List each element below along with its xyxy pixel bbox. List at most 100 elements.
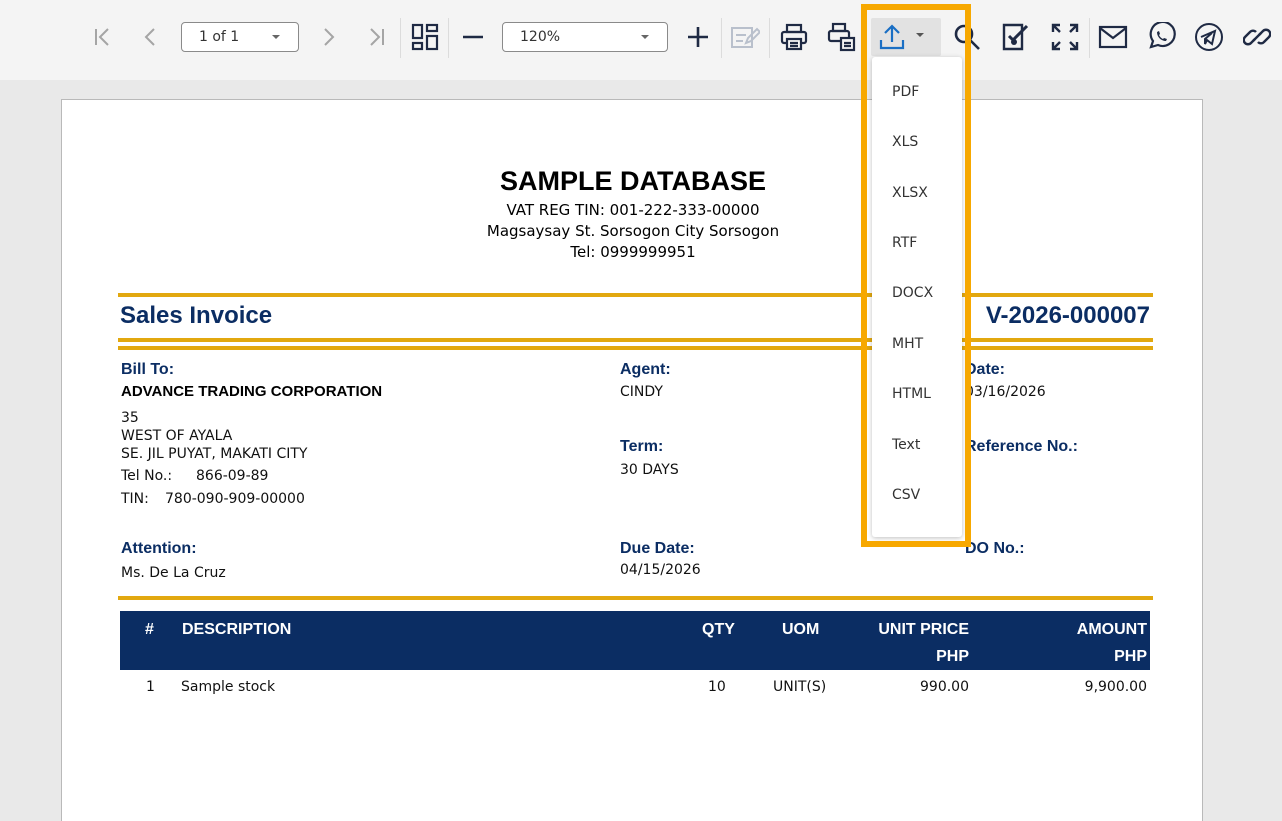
company-address: Magsaysay St. Sorsogon City Sorsogon [486, 222, 780, 240]
sign-button[interactable] [996, 18, 1036, 56]
export-mht-option[interactable]: MHT [872, 324, 962, 364]
page-selector[interactable]: 1 of 1 [181, 22, 299, 52]
zoom-selector[interactable]: 120% [502, 22, 668, 52]
edit-button[interactable] [725, 18, 765, 56]
export-xls-option[interactable]: XLS [872, 122, 962, 162]
cell-num: 1 [146, 679, 155, 695]
multi-page-button[interactable] [405, 18, 445, 56]
table-header: # DESCRIPTION QTY UOM UNIT PRICE PHP AMO… [120, 611, 1150, 670]
cell-unit-price: 990.00 [920, 679, 969, 695]
first-page-icon [95, 28, 109, 46]
export-text-option[interactable]: Text [872, 425, 962, 465]
cell-amount: 9,900.00 [1084, 679, 1147, 695]
email-button[interactable] [1093, 18, 1133, 56]
first-page-button[interactable] [83, 18, 123, 56]
sign-icon [1002, 23, 1029, 51]
tel-no-value: 866-09-89 [196, 468, 269, 484]
col-amount: AMOUNT [1076, 621, 1147, 638]
cell-qty: 10 [708, 679, 726, 695]
export-icon [879, 24, 905, 50]
col-qty: QTY [702, 621, 735, 638]
next-page-button[interactable] [308, 18, 348, 56]
print-page-button[interactable] [822, 18, 862, 56]
col-description: DESCRIPTION [182, 621, 292, 638]
previous-page-button[interactable] [131, 18, 171, 56]
toolbar-separator [721, 18, 722, 58]
next-page-icon [324, 28, 335, 46]
fullscreen-button[interactable] [1045, 18, 1085, 56]
due-date-label: Due Date: [620, 540, 695, 557]
zoom-out-icon [463, 35, 483, 39]
zoom-level: 120% [520, 29, 561, 45]
page-indicator: 1 of 1 [199, 29, 240, 45]
agent-label: Agent: [620, 361, 671, 378]
do-label: DO No.: [965, 540, 1025, 557]
bill-to-line3: SE. JIL PUYAT, MAKATI CITY [121, 446, 308, 462]
export-button[interactable] [871, 18, 941, 56]
chevron-down-icon [916, 33, 924, 37]
invoice-page: SAMPLE DATABASE VAT REG TIN: 001-222-333… [61, 99, 1203, 821]
fullscreen-icon [1051, 23, 1079, 51]
document-type: Sales Invoice [120, 302, 273, 329]
cell-uom: UNIT(S) [773, 679, 827, 695]
bill-to-line1: 35 [121, 410, 139, 426]
cell-description: Sample stock [181, 679, 276, 695]
reference-label: Reference No.: [965, 438, 1078, 455]
col-uom: UOM [782, 621, 820, 638]
whatsapp-button[interactable] [1141, 18, 1181, 56]
tel-no-label: Tel No.: [121, 468, 173, 484]
date-label: Date: [965, 361, 1006, 378]
print-button[interactable] [774, 18, 814, 56]
term-label: Term: [620, 438, 664, 455]
chevron-down-icon [641, 35, 649, 39]
document-number: V-2026-000007 [985, 302, 1150, 329]
multi-page-icon [411, 23, 439, 51]
company-name: SAMPLE DATABASE [499, 166, 766, 196]
last-page-button[interactable] [356, 18, 396, 56]
term-value: 30 DAYS [620, 462, 679, 478]
chevron-down-icon [272, 35, 280, 39]
toolbar-separator [400, 18, 401, 58]
zoom-in-button[interactable] [678, 18, 718, 56]
link-icon [1243, 28, 1271, 46]
whatsapp-icon [1149, 22, 1176, 49]
vat-reg: VAT REG TIN: 001-222-333-00000 [506, 201, 760, 219]
toolbar-separator [769, 18, 770, 58]
telegram-icon [1195, 23, 1223, 51]
previous-page-icon [144, 28, 155, 46]
col-amount-currency: PHP [1114, 648, 1147, 665]
export-docx-option[interactable]: DOCX [872, 273, 962, 313]
last-page-icon [370, 28, 384, 46]
col-unit-price-currency: PHP [936, 648, 969, 665]
tin-value: 780-090-909-00000 [165, 491, 305, 507]
bill-to-name: ADVANCE TRADING CORPORATION [121, 383, 383, 400]
zoom-out-button[interactable] [453, 18, 493, 56]
print-page-icon [827, 22, 856, 52]
telegram-button[interactable] [1189, 18, 1229, 56]
export-xlsx-option[interactable]: XLSX [872, 173, 962, 213]
agent-value: CINDY [620, 384, 663, 400]
toolbar-separator [865, 18, 866, 58]
table-row: 1 Sample stock 10 UNIT(S) 990.00 9,900.0… [120, 672, 1150, 702]
bill-to-line2: WEST OF AYALA [121, 428, 233, 444]
zoom-in-icon [688, 27, 708, 47]
export-html-option[interactable]: HTML [872, 374, 962, 414]
viewer-toolbar: 1 of 1 120% [0, 0, 1282, 80]
link-button[interactable] [1237, 18, 1277, 56]
company-tel: Tel: 0999999951 [570, 243, 696, 261]
export-csv-option[interactable]: CSV [872, 475, 962, 515]
search-icon [954, 24, 980, 50]
col-num: # [145, 621, 154, 638]
export-pdf-option[interactable]: PDF [872, 72, 962, 112]
date-value: 03/16/2026 [965, 384, 1046, 400]
col-unit-price: UNIT PRICE [878, 621, 969, 638]
divider [118, 338, 1153, 342]
search-button[interactable] [947, 18, 987, 56]
print-icon [780, 23, 808, 51]
export-menu: PDF XLS XLSX RTF DOCX MHT HTML Text CSV [872, 57, 962, 537]
divider [118, 293, 1153, 297]
attention-label: Attention: [121, 540, 197, 557]
export-rtf-option[interactable]: RTF [872, 223, 962, 263]
toolbar-separator [1089, 18, 1090, 58]
email-icon [1098, 25, 1128, 49]
